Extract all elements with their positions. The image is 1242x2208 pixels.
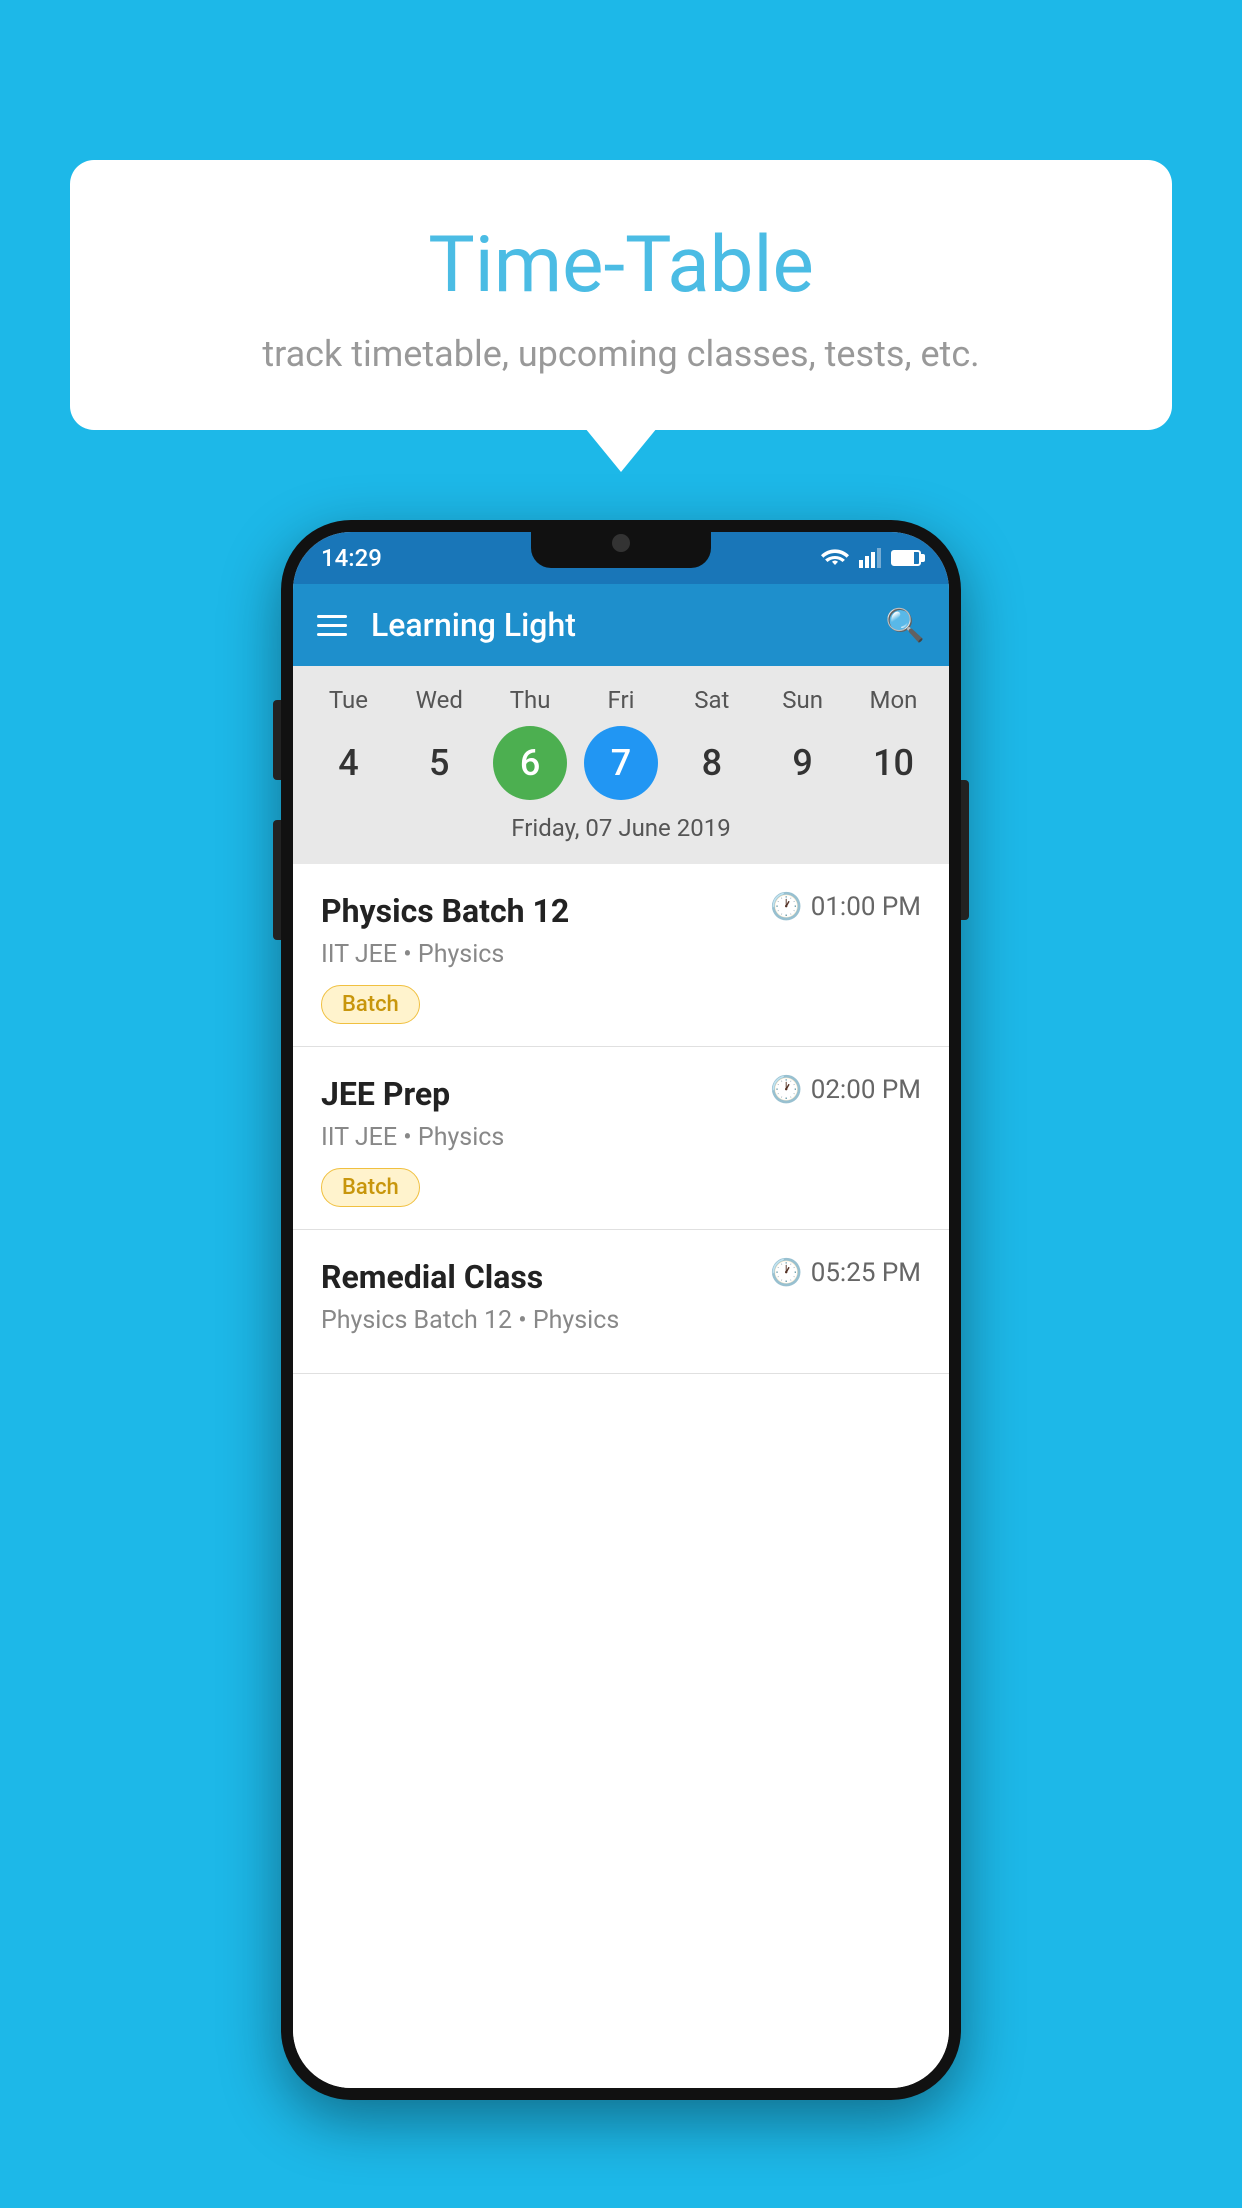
- battery-icon: [891, 550, 921, 566]
- day-label-tue: Tue: [311, 686, 385, 714]
- day-label-sat: Sat: [675, 686, 749, 714]
- phone-screen: 14:29: [293, 532, 949, 2088]
- schedule-item-3-time-text: 05:25 PM: [811, 1258, 921, 1288]
- schedule-item-3-subtitle: Physics Batch 12 • Physics: [321, 1306, 921, 1335]
- speech-bubble: Time-Table track timetable, upcoming cla…: [70, 160, 1172, 430]
- schedule-item-1-time: 🕐 01:00 PM: [770, 892, 921, 922]
- page-subtitle: track timetable, upcoming classes, tests…: [110, 333, 1132, 375]
- day-8[interactable]: 8: [675, 726, 749, 800]
- schedule-item-1-subtitle: IIT JEE • Physics: [321, 940, 921, 969]
- schedule-item-2-badge: Batch: [321, 1168, 420, 1207]
- schedule-item-2-time: 🕐 02:00 PM: [770, 1075, 921, 1105]
- status-icons: [821, 548, 921, 568]
- day-9[interactable]: 9: [766, 726, 840, 800]
- day-label-mon: Mon: [856, 686, 930, 714]
- speech-bubble-container: Time-Table track timetable, upcoming cla…: [70, 160, 1172, 430]
- schedule-item-3-header: Remedial Class 🕐 05:25 PM: [321, 1258, 921, 1296]
- search-icon[interactable]: 🔍: [885, 606, 925, 644]
- schedule-item-1[interactable]: Physics Batch 12 🕐 01:00 PM IIT JEE • Ph…: [293, 864, 949, 1047]
- calendar-header: Tue Wed Thu Fri Sat Sun Mon 4 5 6 7 8 9 …: [293, 666, 949, 864]
- app-title: Learning Light: [371, 606, 885, 644]
- schedule-item-2-header: JEE Prep 🕐 02:00 PM: [321, 1075, 921, 1113]
- schedule-list: Physics Batch 12 🕐 01:00 PM IIT JEE • Ph…: [293, 864, 949, 2088]
- side-button-volume-up: [273, 700, 281, 780]
- day-label-fri: Fri: [584, 686, 658, 714]
- day-label-thu: Thu: [493, 686, 567, 714]
- hamburger-menu-icon[interactable]: [317, 615, 347, 636]
- status-time: 14:29: [321, 544, 382, 572]
- day-label-sun: Sun: [766, 686, 840, 714]
- schedule-item-1-badge: Batch: [321, 985, 420, 1024]
- selected-date: Friday, 07 June 2019: [293, 814, 949, 852]
- schedule-item-2-time-text: 02:00 PM: [811, 1075, 921, 1105]
- schedule-item-3-time: 🕐 05:25 PM: [770, 1258, 921, 1288]
- day-numbers: 4 5 6 7 8 9 10: [293, 726, 949, 800]
- clock-icon-3: 🕐: [770, 1258, 802, 1288]
- day-labels: Tue Wed Thu Fri Sat Sun Mon: [293, 686, 949, 714]
- side-button-power: [961, 780, 969, 920]
- day-6-today[interactable]: 6: [493, 726, 567, 800]
- schedule-item-3[interactable]: Remedial Class 🕐 05:25 PM Physics Batch …: [293, 1230, 949, 1374]
- day-label-wed: Wed: [402, 686, 476, 714]
- clock-icon-1: 🕐: [770, 892, 802, 922]
- phone-mockup: 14:29: [281, 520, 961, 2100]
- schedule-item-1-header: Physics Batch 12 🕐 01:00 PM: [321, 892, 921, 930]
- wifi-icon: [821, 548, 849, 568]
- schedule-item-2-title: JEE Prep: [321, 1075, 450, 1113]
- day-4[interactable]: 4: [311, 726, 385, 800]
- side-button-volume-down: [273, 820, 281, 940]
- clock-icon-2: 🕐: [770, 1075, 802, 1105]
- page-title: Time-Table: [110, 220, 1132, 311]
- schedule-item-2-subtitle: IIT JEE • Physics: [321, 1123, 921, 1152]
- signal-icon: [859, 548, 881, 568]
- phone-camera: [612, 534, 630, 552]
- day-10[interactable]: 10: [856, 726, 930, 800]
- day-5[interactable]: 5: [402, 726, 476, 800]
- app-bar: Learning Light 🔍: [293, 584, 949, 666]
- schedule-item-2[interactable]: JEE Prep 🕐 02:00 PM IIT JEE • Physics Ba…: [293, 1047, 949, 1230]
- schedule-item-1-title: Physics Batch 12: [321, 892, 569, 930]
- day-7-selected[interactable]: 7: [584, 726, 658, 800]
- schedule-item-3-title: Remedial Class: [321, 1258, 543, 1296]
- phone-frame: 14:29: [281, 520, 961, 2100]
- schedule-item-1-time-text: 01:00 PM: [811, 892, 921, 922]
